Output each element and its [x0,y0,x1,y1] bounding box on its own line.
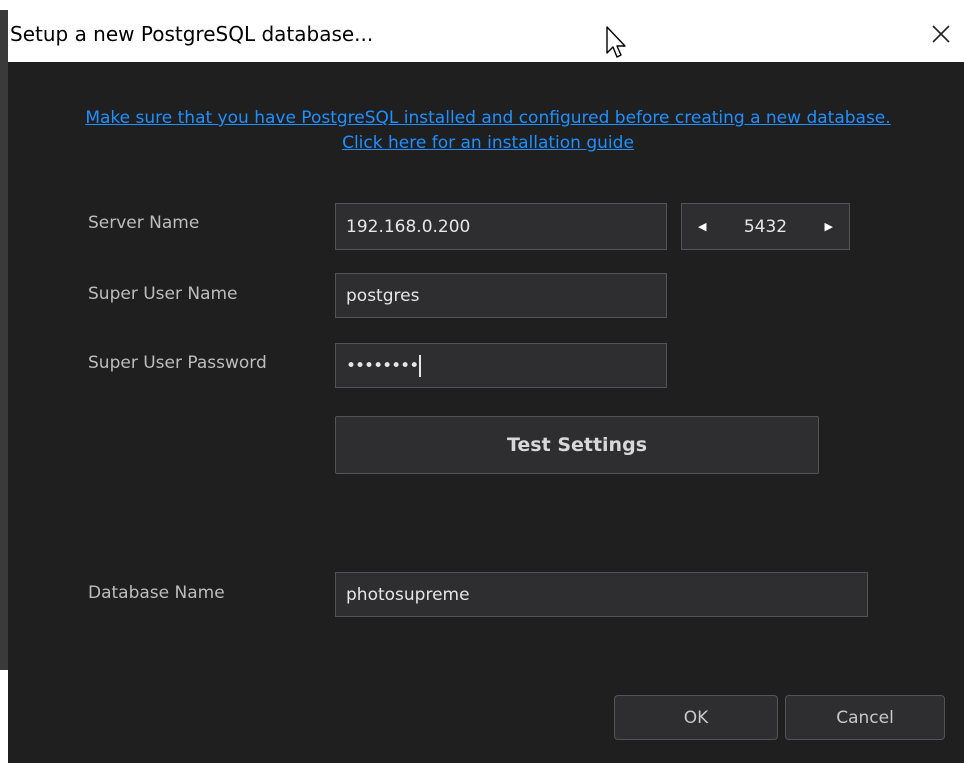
cancel-button[interactable]: Cancel [785,695,945,740]
server-name-label: Server Name [88,213,200,233]
close-button[interactable] [918,10,964,58]
test-settings-button[interactable]: Test Settings [335,416,819,474]
triangle-right-icon[interactable]: ▶ [825,220,833,233]
background-window-shade [0,10,8,670]
database-name-label: Database Name [88,583,225,603]
password-masked-value: •••••••• [346,355,419,376]
database-name-input[interactable]: photosupreme [335,572,868,617]
super-user-password-label: Super User Password [88,353,267,373]
server-name-input[interactable]: 192.168.0.200 [335,203,667,250]
server-name-value: 192.168.0.200 [346,216,471,237]
super-user-name-input[interactable]: postgres [335,273,667,318]
port-value: 5432 [743,216,788,237]
super-user-name-label: Super User Name [88,284,238,304]
super-user-name-value: postgres [346,285,420,306]
close-icon [932,25,950,43]
installation-guide-link[interactable]: Make sure that you have PostgreSQL insta… [68,106,908,156]
ok-button[interactable]: OK [614,695,778,740]
port-stepper[interactable]: ◀ 5432 ▶ [681,203,850,250]
mouse-pointer-icon [606,26,626,58]
background-window-edge [0,0,8,763]
triangle-left-icon[interactable]: ◀ [698,220,706,233]
super-user-password-input[interactable]: •••••••• [335,343,667,388]
database-name-value: photosupreme [346,584,470,605]
window-title: Setup a new PostgreSQL database... [10,22,374,46]
title-bar[interactable]: Setup a new PostgreSQL database... [8,10,964,62]
setup-database-dialog: Setup a new PostgreSQL database... Make … [8,10,964,763]
text-caret [419,354,422,377]
